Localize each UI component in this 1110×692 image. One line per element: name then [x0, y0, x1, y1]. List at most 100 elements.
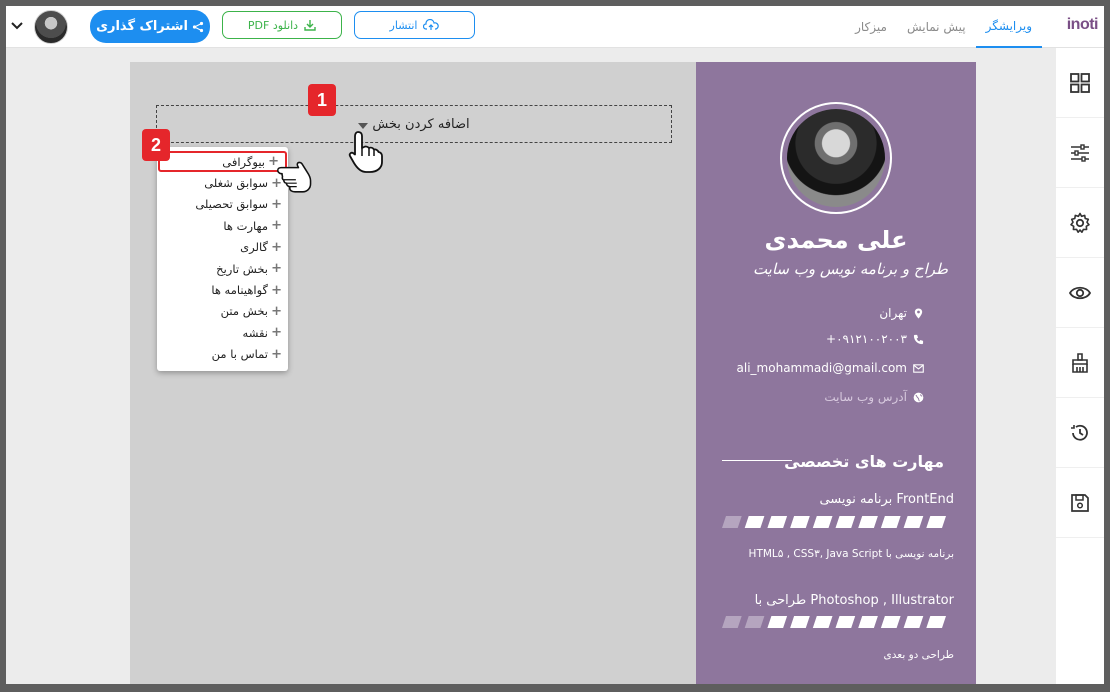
menu-item-label: سوابق تحصیلی [195, 197, 268, 212]
skill-1-title[interactable]: برنامه نویسی FrontEnd [819, 492, 954, 507]
skill-bar-segment [744, 516, 765, 528]
skill-2-desc[interactable]: طراحی دو بعدی [884, 649, 954, 661]
skills-heading-divider [722, 460, 792, 461]
plus-icon: + [271, 325, 282, 341]
download-pdf-button[interactable]: دانلود PDF [222, 11, 342, 39]
globe-icon [913, 392, 924, 402]
profile-website[interactable]: آدرس وب سایت [824, 390, 924, 404]
resume-main-column: اضافه کردن بخش 1 + بیوگرافی + سوابق شغلی +… [130, 62, 696, 684]
sliders-icon [1071, 143, 1089, 162]
plus-icon: + [271, 261, 282, 277]
share-icon [192, 21, 204, 32]
eye-icon [1068, 286, 1092, 299]
step-badge-2: 2 [142, 129, 170, 161]
skill-bar-segment [722, 516, 742, 528]
app-frame: اشتراک گذاری دانلود PDF انتشار ویرایشگر … [0, 0, 1110, 692]
settings-tool[interactable] [1056, 188, 1104, 258]
tab-dashboard[interactable]: میزکار [845, 6, 897, 48]
step-badge-1: 1 [308, 84, 336, 116]
publish-button-label: انتشار [389, 18, 418, 32]
skill-bar-segment [722, 616, 742, 628]
clean-tool[interactable] [1056, 328, 1104, 398]
tab-preview[interactable]: پیش نمایش [897, 6, 976, 48]
menu-item-map[interactable]: + نقشه [157, 322, 288, 343]
skill-2-title[interactable]: طراحی با Photoshop , Illustrator [755, 593, 954, 608]
visibility-tool[interactable] [1056, 258, 1104, 328]
skill-bar-segment [744, 616, 765, 628]
skill-bar-segment [790, 616, 810, 628]
resume-sidebar: علی محمدی طراح و برنامه نویس وب سایت تهر… [696, 62, 976, 684]
menu-item-label: سوابق شغلی [204, 176, 268, 191]
menu-item-education[interactable]: + سوابق تحصیلی [157, 194, 288, 215]
skill-bar-segment [903, 616, 924, 628]
menu-item-label: مهارت ها [223, 218, 268, 233]
broom-icon [1072, 352, 1088, 373]
add-section-menu: + بیوگرافی + سوابق شغلی + سوابق تحصیلی + مها… [157, 147, 288, 371]
top-bar: اشتراک گذاری دانلود PDF انتشار ویرایشگر … [6, 6, 1104, 48]
download-pdf-label: دانلود PDF [247, 18, 299, 32]
brand-logo[interactable]: inoti [1067, 16, 1099, 34]
menu-item-skills[interactable]: + مهارت ها [157, 215, 288, 236]
skill-bar-segment [812, 616, 833, 628]
profile-city-text: تهران [879, 306, 907, 320]
plus-icon: + [271, 303, 282, 319]
skill-bar-segment [858, 516, 878, 528]
gear-icon [1070, 212, 1090, 233]
profile-city[interactable]: تهران [879, 306, 924, 320]
menu-item-certificates[interactable]: + گواهینامه ها [157, 279, 288, 300]
plus-icon: + [271, 282, 282, 298]
layout-tool[interactable] [1056, 48, 1104, 118]
profile-website-text: آدرس وب سایت [824, 390, 907, 404]
skill-1-bar [722, 516, 946, 528]
menu-item-work-history[interactable]: + سوابق شغلی [157, 172, 288, 193]
publish-button[interactable]: انتشار [354, 11, 475, 39]
menu-item-timeline[interactable]: + بخش تاریخ [157, 258, 288, 279]
menu-item-text[interactable]: + بخش متن [157, 301, 288, 322]
profile-phone-text: ۰۹۱۲۱۰۰۲۰۰۳+ [826, 332, 907, 346]
profile-photo[interactable] [780, 102, 892, 214]
skill-2-bar [722, 616, 946, 628]
profile-email-text: ali_mohammadi@gmail.com [736, 361, 907, 375]
plus-icon: + [271, 239, 282, 255]
profile-title[interactable]: طراح و برنامه نویس وب سایت [753, 260, 948, 278]
add-section-label: اضافه کردن بخش [372, 116, 470, 132]
skill-bar-segment [835, 516, 856, 528]
menu-item-gallery[interactable]: + گالری [157, 237, 288, 258]
skill-bar-segment [812, 516, 833, 528]
skills-heading[interactable]: مهارت های تخصصی [784, 452, 944, 471]
caret-down-icon [358, 122, 369, 129]
pointer-hand-icon [348, 131, 383, 173]
grid-icon [1070, 72, 1090, 93]
save-tool[interactable] [1056, 468, 1104, 538]
skill-bar-segment [926, 616, 946, 628]
skill-bar-segment [835, 616, 856, 628]
history-icon [1071, 424, 1088, 441]
pointer-hand-icon [276, 161, 312, 193]
profile-name[interactable]: علی محمدی [696, 226, 976, 254]
menu-item-label: تماس با من [211, 347, 268, 362]
menu-item-biography[interactable]: + بیوگرافی [158, 151, 287, 173]
skill-bar-segment [790, 516, 810, 528]
add-section-dropdown[interactable]: اضافه کردن بخش [156, 105, 672, 143]
tab-editor[interactable]: ویرایشگر [975, 6, 1042, 48]
save-icon [1071, 493, 1089, 512]
top-tabs: ویرایشگر پیش نمایش میزکار [845, 6, 1042, 48]
profile-phone[interactable]: ۰۹۱۲۱۰۰۲۰۰۳+ [826, 332, 924, 346]
right-toolbar [1056, 48, 1104, 684]
share-button[interactable]: اشتراک گذاری [90, 10, 210, 43]
profile-email[interactable]: ali_mohammadi@gmail.com [737, 361, 924, 375]
menu-item-label: گواهینامه ها [211, 283, 268, 298]
download-icon [304, 20, 316, 31]
menu-item-label: گالری [240, 240, 268, 255]
location-pin-icon [914, 307, 923, 319]
user-avatar[interactable] [34, 10, 68, 44]
adjust-tool[interactable] [1056, 118, 1104, 188]
plus-icon: + [271, 218, 282, 234]
phone-icon [913, 334, 924, 344]
history-tool[interactable] [1056, 398, 1104, 468]
chevron-down-icon[interactable] [10, 19, 24, 33]
skill-1-desc[interactable]: برنامه نویسی با HTML۵ , CSS۳, Java Scrip… [749, 548, 954, 560]
menu-item-contact[interactable]: + تماس با من [157, 344, 288, 365]
menu-item-label: بخش تاریخ [216, 261, 268, 276]
skill-bar-segment [880, 616, 901, 628]
